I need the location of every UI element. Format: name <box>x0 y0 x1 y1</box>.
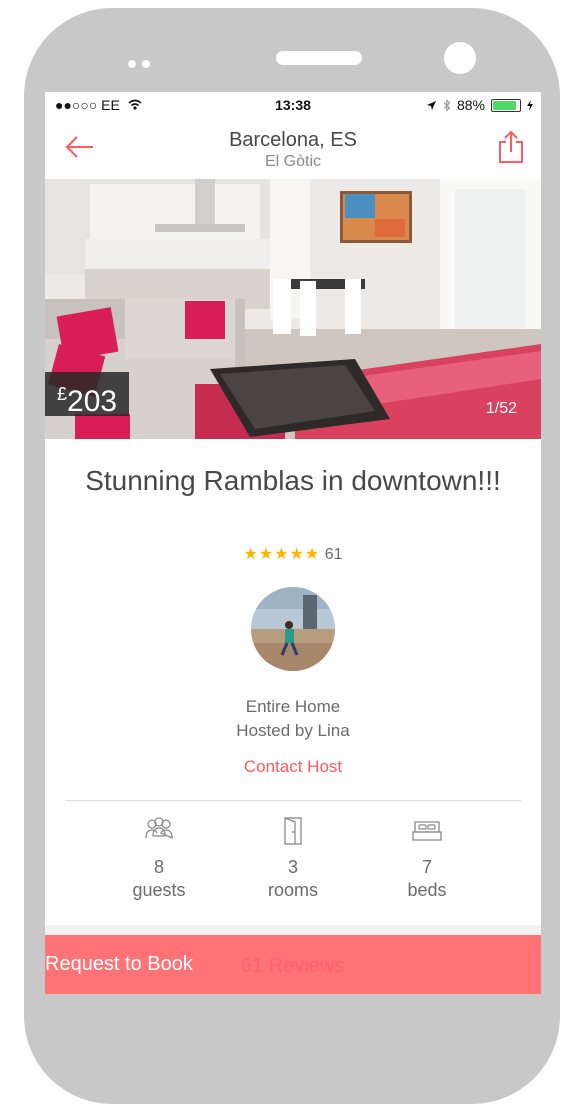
host-name: Hosted by Lina <box>236 721 350 740</box>
amenity-rooms: 3 rooms <box>238 816 348 902</box>
share-button[interactable] <box>497 130 525 164</box>
price-currency: £ <box>57 384 68 404</box>
share-icon <box>499 130 523 163</box>
speaker-grille <box>276 51 362 65</box>
front-camera <box>444 42 476 74</box>
star-rating-icon: ★★★★★ <box>243 546 321 563</box>
booking-bar: Request to Book 61 Reviews <box>45 935 541 994</box>
photo-counter: 1/52 <box>485 400 517 417</box>
room-type: Entire Home <box>245 697 341 716</box>
host-avatar[interactable] <box>251 587 335 671</box>
sensor-dots <box>128 55 156 73</box>
status-bar: ●●○○○ EE 13:38 88% <box>45 92 541 118</box>
bluetooth-icon <box>443 98 451 112</box>
reviews-link[interactable]: 61 Reviews <box>241 955 344 978</box>
door-icon <box>284 817 302 845</box>
location-arrow-icon <box>426 100 436 110</box>
status-right: 88% <box>426 97 533 113</box>
price-amount: 203 <box>67 385 118 418</box>
amenity-guests: 8 guests <box>104 816 214 902</box>
bed-icon <box>412 821 442 841</box>
app-screen: ●●○○○ EE 13:38 88% Barcelona, ES El Gòti… <box>45 92 541 994</box>
listing-title: Stunning Ramblas in downtown!!! <box>85 465 501 496</box>
request-to-book-button[interactable]: Request to Book <box>45 953 193 976</box>
footer-separator <box>45 925 541 935</box>
nav-bar: Barcelona, ES El Gòtic <box>45 120 541 176</box>
price-tag: £203 <box>45 372 130 418</box>
review-count: 61 <box>324 546 343 563</box>
beds-label: beds <box>407 880 447 900</box>
beds-count: 7 <box>421 857 432 877</box>
rooms-label: rooms <box>267 880 318 900</box>
guests-label: guests <box>132 880 186 900</box>
nav-title: Barcelona, ES <box>229 129 357 151</box>
charging-icon <box>527 99 533 111</box>
amenity-beds: 7 beds <box>372 816 482 902</box>
section-divider <box>65 800 521 801</box>
guests-count: 8 <box>153 857 164 877</box>
rooms-count: 3 <box>287 857 298 877</box>
rating-row[interactable]: ★★★★★ 61 <box>45 544 541 564</box>
listing-photo[interactable]: £203 1/52 <box>45 179 541 439</box>
nav-subtitle: El Gòtic <box>264 153 321 170</box>
amenities-row: 8 guests 3 rooms 7 beds <box>45 816 541 916</box>
battery-percent: 88% <box>456 97 485 113</box>
guests-icon <box>145 817 173 840</box>
battery-icon <box>491 98 521 112</box>
host-photo <box>251 587 335 671</box>
contact-host-link[interactable]: Contact Host <box>45 757 541 777</box>
